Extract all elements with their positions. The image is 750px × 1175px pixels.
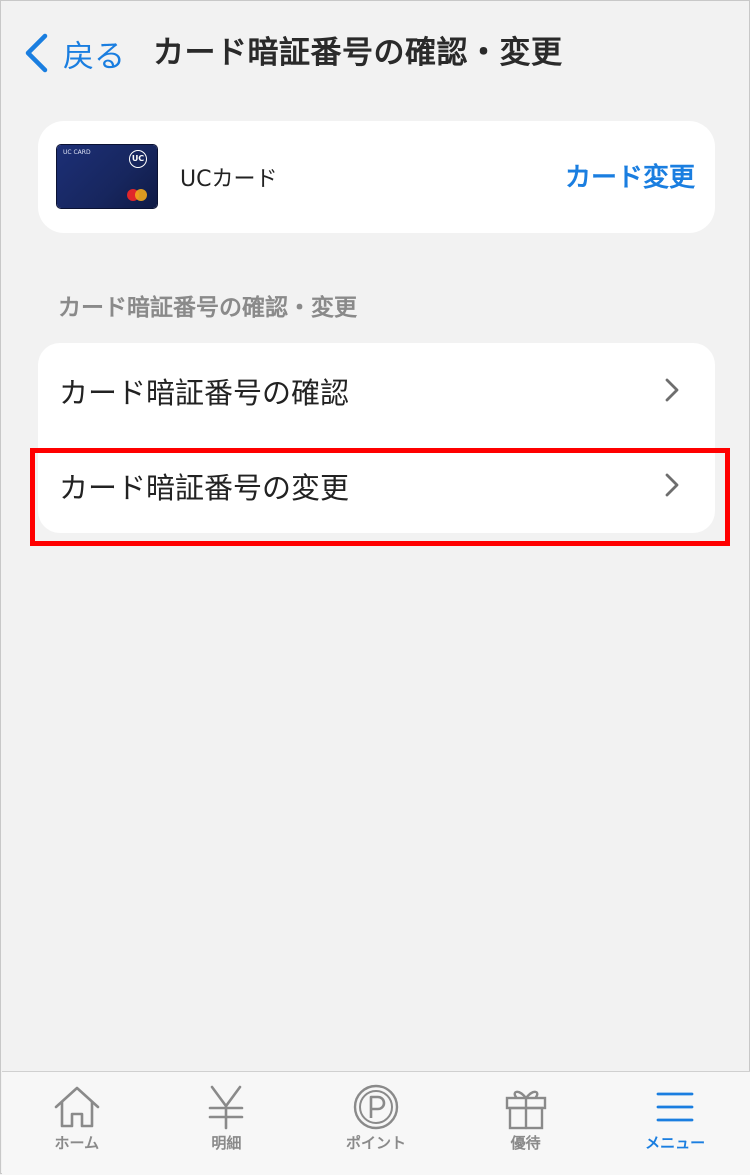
home-icon — [54, 1086, 100, 1128]
menu-item-pin-confirm[interactable]: カード暗証番号の確認 — [38, 343, 715, 438]
points-icon — [353, 1084, 399, 1130]
chevron-right-icon — [665, 378, 679, 402]
uc-logo: UC — [129, 150, 147, 168]
highlight-box — [30, 448, 730, 546]
tab-benefits[interactable]: 優待 — [451, 1072, 601, 1175]
tab-label: 優待 — [510, 1134, 541, 1152]
tab-home[interactable]: ホーム — [2, 1072, 152, 1175]
card-image: UC CARD UC — [57, 145, 157, 208]
card-panel: UC CARD UC UCカード カード変更 — [38, 121, 715, 233]
yen-icon — [209, 1085, 244, 1130]
gift-icon — [505, 1090, 546, 1130]
card-name: UCカード — [180, 167, 278, 192]
mastercard-logo-icon — [125, 189, 151, 201]
tab-label: 明細 — [211, 1134, 242, 1152]
card-change-button[interactable]: カード変更 — [565, 157, 695, 194]
tab-label: ポイント — [345, 1134, 406, 1152]
section-header: カード暗証番号の確認・変更 — [58, 295, 357, 321]
page-title: カード暗証番号の確認・変更 — [153, 35, 563, 71]
back-button[interactable]: 戻る — [23, 29, 125, 77]
chevron-left-icon — [25, 33, 48, 73]
menu-icon — [656, 1092, 694, 1122]
card-brand-text: UC CARD — [63, 149, 91, 156]
tab-menu[interactable]: メニュー — [600, 1072, 750, 1175]
back-label: 戻る — [63, 38, 125, 75]
screen-frame: 戻る カード暗証番号の確認・変更 UC CARD UC UCカード カード変更 … — [0, 0, 750, 1175]
tab-points[interactable]: ポイント — [301, 1072, 451, 1175]
tab-label: ホーム — [54, 1134, 100, 1152]
tab-label: メニュー — [645, 1134, 706, 1152]
tab-statement[interactable]: 明細 — [152, 1072, 302, 1175]
menu-item-label: カード暗証番号の確認 — [59, 375, 350, 410]
tab-bar: ホーム 明細 ポイント 優待 メニュー — [2, 1071, 750, 1175]
